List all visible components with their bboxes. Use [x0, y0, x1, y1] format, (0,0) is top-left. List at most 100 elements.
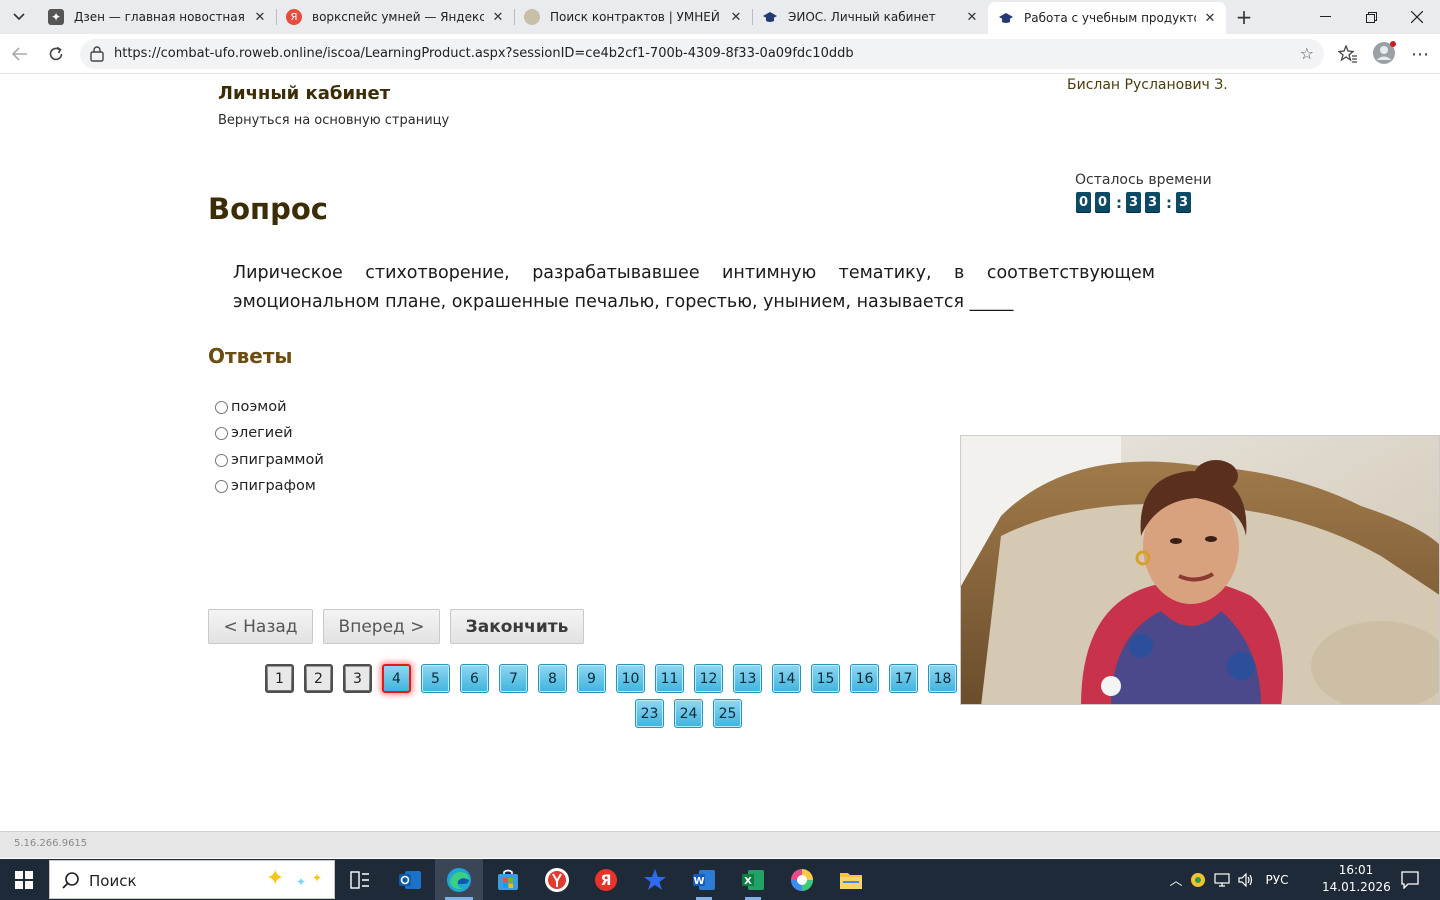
browser-tab[interactable]: Я воркспейс умней — Яндекс: на ✕: [276, 2, 514, 32]
close-icon[interactable]: ✕: [490, 9, 506, 25]
taskbar-search[interactable]: Поиск ✦ ✦ ✦: [49, 860, 335, 899]
yandex-browser-icon: [545, 867, 569, 892]
radio-button[interactable]: [215, 426, 228, 440]
tab-actions-menu-button[interactable]: [6, 5, 32, 29]
close-icon[interactable]: ✕: [964, 9, 980, 25]
outlook-icon: [399, 870, 421, 889]
question-nav-10[interactable]: 10: [616, 664, 645, 693]
taskbar-color-app[interactable]: [778, 859, 826, 900]
favorites-icon[interactable]: [1336, 42, 1360, 66]
question-nav-9[interactable]: 9: [577, 664, 606, 693]
arrow-left-icon: [12, 47, 27, 61]
task-view-button[interactable]: [336, 859, 384, 900]
question-heading: Вопрос: [208, 192, 328, 226]
user-name: Бислан Русланович З.: [1067, 77, 1228, 93]
close-icon[interactable]: ✕: [252, 9, 268, 25]
answer-option[interactable]: поэмой: [215, 399, 287, 415]
profile-avatar[interactable]: [1372, 41, 1396, 65]
back-nav-button[interactable]: [6, 40, 34, 68]
browser-tab[interactable]: ✦ Дзен — главная новостная инф ✕: [38, 2, 276, 32]
question-nav-13[interactable]: 13: [733, 664, 762, 693]
back-button[interactable]: < Назад: [208, 609, 313, 644]
taskbar-word[interactable]: W: [680, 859, 728, 900]
taskbar-outlook[interactable]: [386, 859, 434, 900]
question-nav-25[interactable]: 25: [713, 699, 742, 728]
new-tab-button[interactable]: +: [1232, 5, 1256, 29]
taskbar-file-explorer[interactable]: [827, 859, 875, 900]
radio-button[interactable]: [215, 400, 228, 414]
answer-label: эпиграфом: [231, 478, 316, 494]
question-nav-17[interactable]: 17: [889, 664, 918, 693]
question-nav-6[interactable]: 6: [460, 664, 489, 693]
system-tray: ︿ РУС: [1166, 859, 1296, 900]
close-icon[interactable]: ✕: [728, 9, 744, 25]
clock-date: 14.01.2026: [1322, 880, 1391, 894]
question-nav-12[interactable]: 12: [694, 664, 723, 693]
close-icon[interactable]: ✕: [1202, 10, 1218, 26]
svg-text:W: W: [693, 876, 704, 887]
floating-video-player[interactable]: [960, 435, 1440, 705]
chevron-down-icon: [13, 13, 25, 21]
network-status-icon[interactable]: [1186, 872, 1210, 888]
star-icon[interactable]: ☆: [1300, 44, 1314, 63]
minimize-button[interactable]: [1302, 0, 1348, 34]
answer-option[interactable]: эпиграммой: [215, 452, 324, 468]
tab-title: Поиск контрактов | УМНЕЙ Wo: [550, 10, 722, 24]
tab-title: Работа с учебным продуктом: [1024, 11, 1196, 25]
finish-button[interactable]: Закончить: [450, 609, 584, 644]
answer-option[interactable]: эпиграфом: [215, 478, 316, 494]
notification-icon: [1401, 870, 1419, 889]
language-indicator[interactable]: РУС: [1258, 873, 1296, 887]
chevron-up-icon[interactable]: ︿: [1166, 870, 1186, 889]
page-footer: 5.16.266.9615: [0, 831, 1440, 858]
more-menu-icon[interactable]: ⋯: [1408, 42, 1432, 66]
question-nav-8[interactable]: 8: [538, 664, 567, 693]
question-nav-2[interactable]: 2: [304, 664, 333, 693]
timer-separator: :: [1116, 193, 1122, 212]
taskbar-yandex-browser[interactable]: [533, 859, 581, 900]
taskbar-excel[interactable]: X: [729, 859, 777, 900]
timer-separator: :: [1166, 193, 1172, 212]
question-nav-23[interactable]: 23: [635, 699, 664, 728]
radio-button[interactable]: [215, 453, 228, 467]
notifications-button[interactable]: [1390, 859, 1430, 900]
browser-toolbar: https://combat-ufo.roweb.online/iscoa/Le…: [0, 34, 1440, 74]
timer-label: Осталось времени: [1075, 172, 1212, 188]
question-nav-18[interactable]: 18: [928, 664, 957, 693]
search-placeholder: Поиск: [89, 872, 137, 890]
address-bar[interactable]: https://combat-ufo.roweb.online/iscoa/Le…: [80, 39, 1324, 69]
restore-icon: [1365, 11, 1377, 23]
taskbar-star-app[interactable]: [631, 859, 679, 900]
site-info-icon[interactable]: [90, 46, 104, 66]
reload-button[interactable]: [42, 40, 70, 68]
taskbar-edge[interactable]: [435, 859, 483, 900]
question-nav-15[interactable]: 15: [811, 664, 840, 693]
question-nav-16[interactable]: 16: [850, 664, 879, 693]
answer-option[interactable]: элегией: [215, 425, 293, 441]
browser-tab[interactable]: Поиск контрактов | УМНЕЙ Wo ✕: [514, 2, 752, 32]
taskbar-clock[interactable]: 16:01 14.01.2026: [1322, 862, 1391, 896]
restore-button[interactable]: [1348, 0, 1394, 34]
taskbar-yandex[interactable]: Я: [582, 859, 630, 900]
question-nav-3[interactable]: 3: [343, 664, 372, 693]
url-text[interactable]: https://combat-ufo.roweb.online/iscoa/Le…: [114, 46, 854, 61]
question-nav-5[interactable]: 5: [421, 664, 450, 693]
radio-button[interactable]: [215, 479, 228, 493]
volume-icon[interactable]: [1234, 872, 1258, 887]
back-to-main-link[interactable]: Вернуться на основную страницу: [218, 113, 449, 128]
taskbar-store[interactable]: [484, 859, 532, 900]
question-nav-1[interactable]: 1: [265, 664, 294, 693]
question-nav-7[interactable]: 7: [499, 664, 528, 693]
browser-tab-active[interactable]: Работа с учебным продуктом ✕: [988, 2, 1226, 34]
monitor-icon[interactable]: [1210, 872, 1234, 887]
close-window-button[interactable]: [1394, 0, 1440, 34]
yandex-icon: Я: [286, 9, 302, 25]
question-nav-11[interactable]: 11: [655, 664, 684, 693]
browser-tab[interactable]: ЭИОС. Личный кабинет ✕: [752, 2, 988, 32]
start-button[interactable]: [0, 859, 48, 900]
next-button[interactable]: Вперед >: [323, 609, 440, 644]
timer-digit: 0: [1076, 192, 1091, 213]
question-nav-14[interactable]: 14: [772, 664, 801, 693]
question-nav-24[interactable]: 24: [674, 699, 703, 728]
question-nav-4-current[interactable]: 4: [382, 664, 411, 693]
